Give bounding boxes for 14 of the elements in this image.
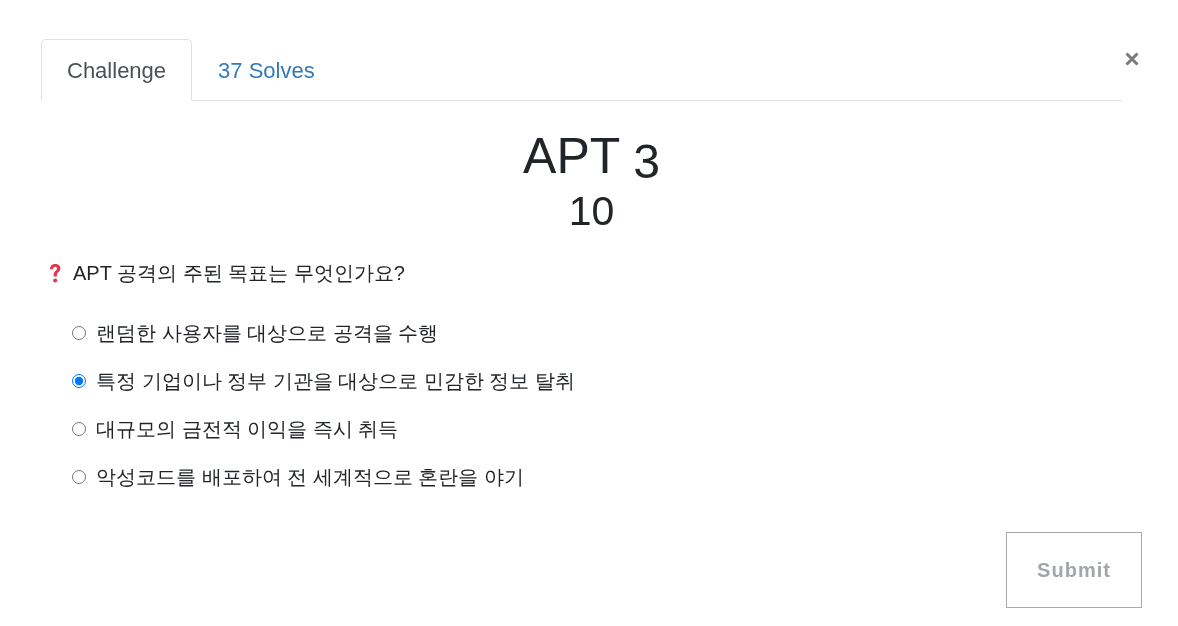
answer-option[interactable]: 악성코드를 배포하여 전 세계적으로 혼란을 야기 — [96, 462, 524, 492]
challenge-points: 10 — [568, 187, 615, 236]
tab[interactable]: 37 Solves — [192, 39, 341, 101]
answer-option[interactable]: 랜덤한 사용자를 대상으로 공격을 수행 — [96, 318, 439, 348]
radio-button[interactable] — [72, 374, 86, 388]
answer-option[interactable]: 대규모의 금전적 이익을 즉시 취득 — [96, 414, 399, 444]
close-icon[interactable] — [1124, 51, 1140, 67]
question-mark-icon — [47, 262, 63, 284]
radio-button[interactable] — [72, 470, 86, 484]
answer-option[interactable]: 특정 기업이나 정부 기관을 대상으로 민감한 정보 탈취 — [96, 366, 575, 396]
tab[interactable]: Challenge — [41, 39, 193, 101]
question-text: APT 공격의 주된 목표는 무엇인가요? — [73, 261, 405, 286]
radio-button[interactable] — [72, 326, 86, 340]
radio-button[interactable] — [72, 422, 86, 436]
